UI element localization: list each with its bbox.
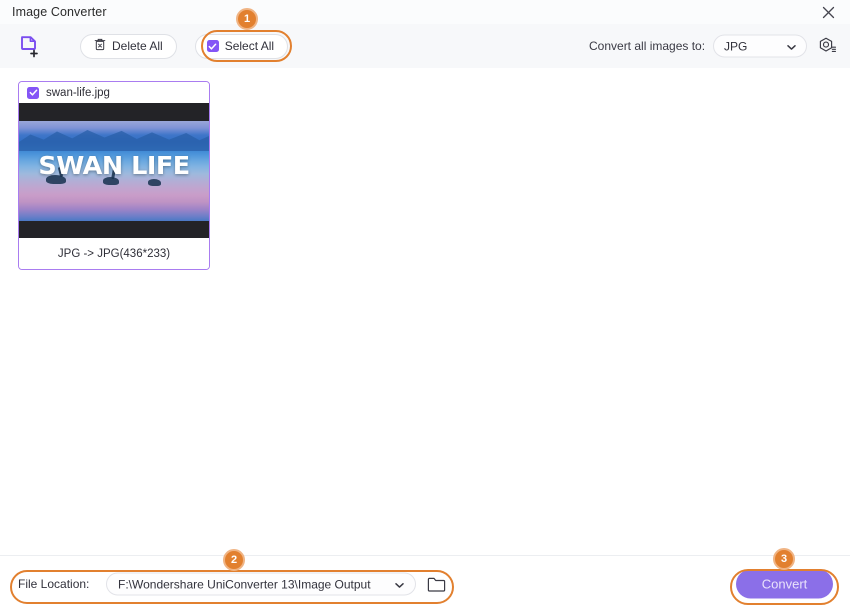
page-title: Image Converter xyxy=(12,5,107,19)
thumbnail-swan xyxy=(148,179,162,186)
toolbar: Delete All Select All Convert all images… xyxy=(0,24,850,68)
thumbnail-title-text: SWAN LIFE xyxy=(38,151,190,180)
output-format-select[interactable]: JPG xyxy=(713,34,807,58)
file-location-label: File Location: xyxy=(18,577,90,591)
chevron-down-icon xyxy=(787,39,796,53)
file-checkbox[interactable] xyxy=(27,86,39,99)
select-all-label: Select All xyxy=(224,39,275,53)
file-card[interactable]: swan-life.jpg SWAN LIFE JPG -> JPG(436*2… xyxy=(18,81,210,270)
delete-all-label: Delete All xyxy=(112,39,163,53)
settings-hex-icon[interactable] xyxy=(816,35,838,57)
file-name: swan-life.jpg xyxy=(46,86,110,99)
delete-all-button[interactable]: Delete All xyxy=(80,33,177,59)
file-thumbnail: SWAN LIFE xyxy=(19,103,209,238)
chevron-down-icon xyxy=(387,577,404,591)
folder-icon[interactable] xyxy=(425,573,447,595)
image-converter-window: Image Converter Delete All Select All Co… xyxy=(0,0,850,612)
convert-all-images-to-label: Convert all images to: xyxy=(589,39,706,53)
select-all-checkbox[interactable] xyxy=(206,40,219,52)
close-icon[interactable] xyxy=(806,0,850,24)
letterbox-bar-bottom xyxy=(19,221,209,238)
file-location-select[interactable]: F:\Wondershare UniConverter 13\Image Out… xyxy=(106,572,416,596)
output-format-value: JPG xyxy=(724,39,748,53)
select-all-button[interactable]: Select All xyxy=(194,33,289,59)
file-location-path: F:\Wondershare UniConverter 13\Image Out… xyxy=(118,577,371,591)
convert-button[interactable]: Convert xyxy=(736,569,833,599)
title-bar: Image Converter xyxy=(0,0,850,24)
letterbox-bar-top xyxy=(19,103,209,121)
bottom-bar: File Location: F:\Wondershare UniConvert… xyxy=(0,555,850,612)
file-card-header: swan-life.jpg xyxy=(19,82,209,103)
file-conversion-info: JPG -> JPG(436*233) xyxy=(19,238,209,269)
file-list-area: swan-life.jpg SWAN LIFE JPG -> JPG(436*2… xyxy=(0,68,850,555)
trash-icon xyxy=(94,38,106,54)
add-file-icon[interactable] xyxy=(16,32,44,60)
